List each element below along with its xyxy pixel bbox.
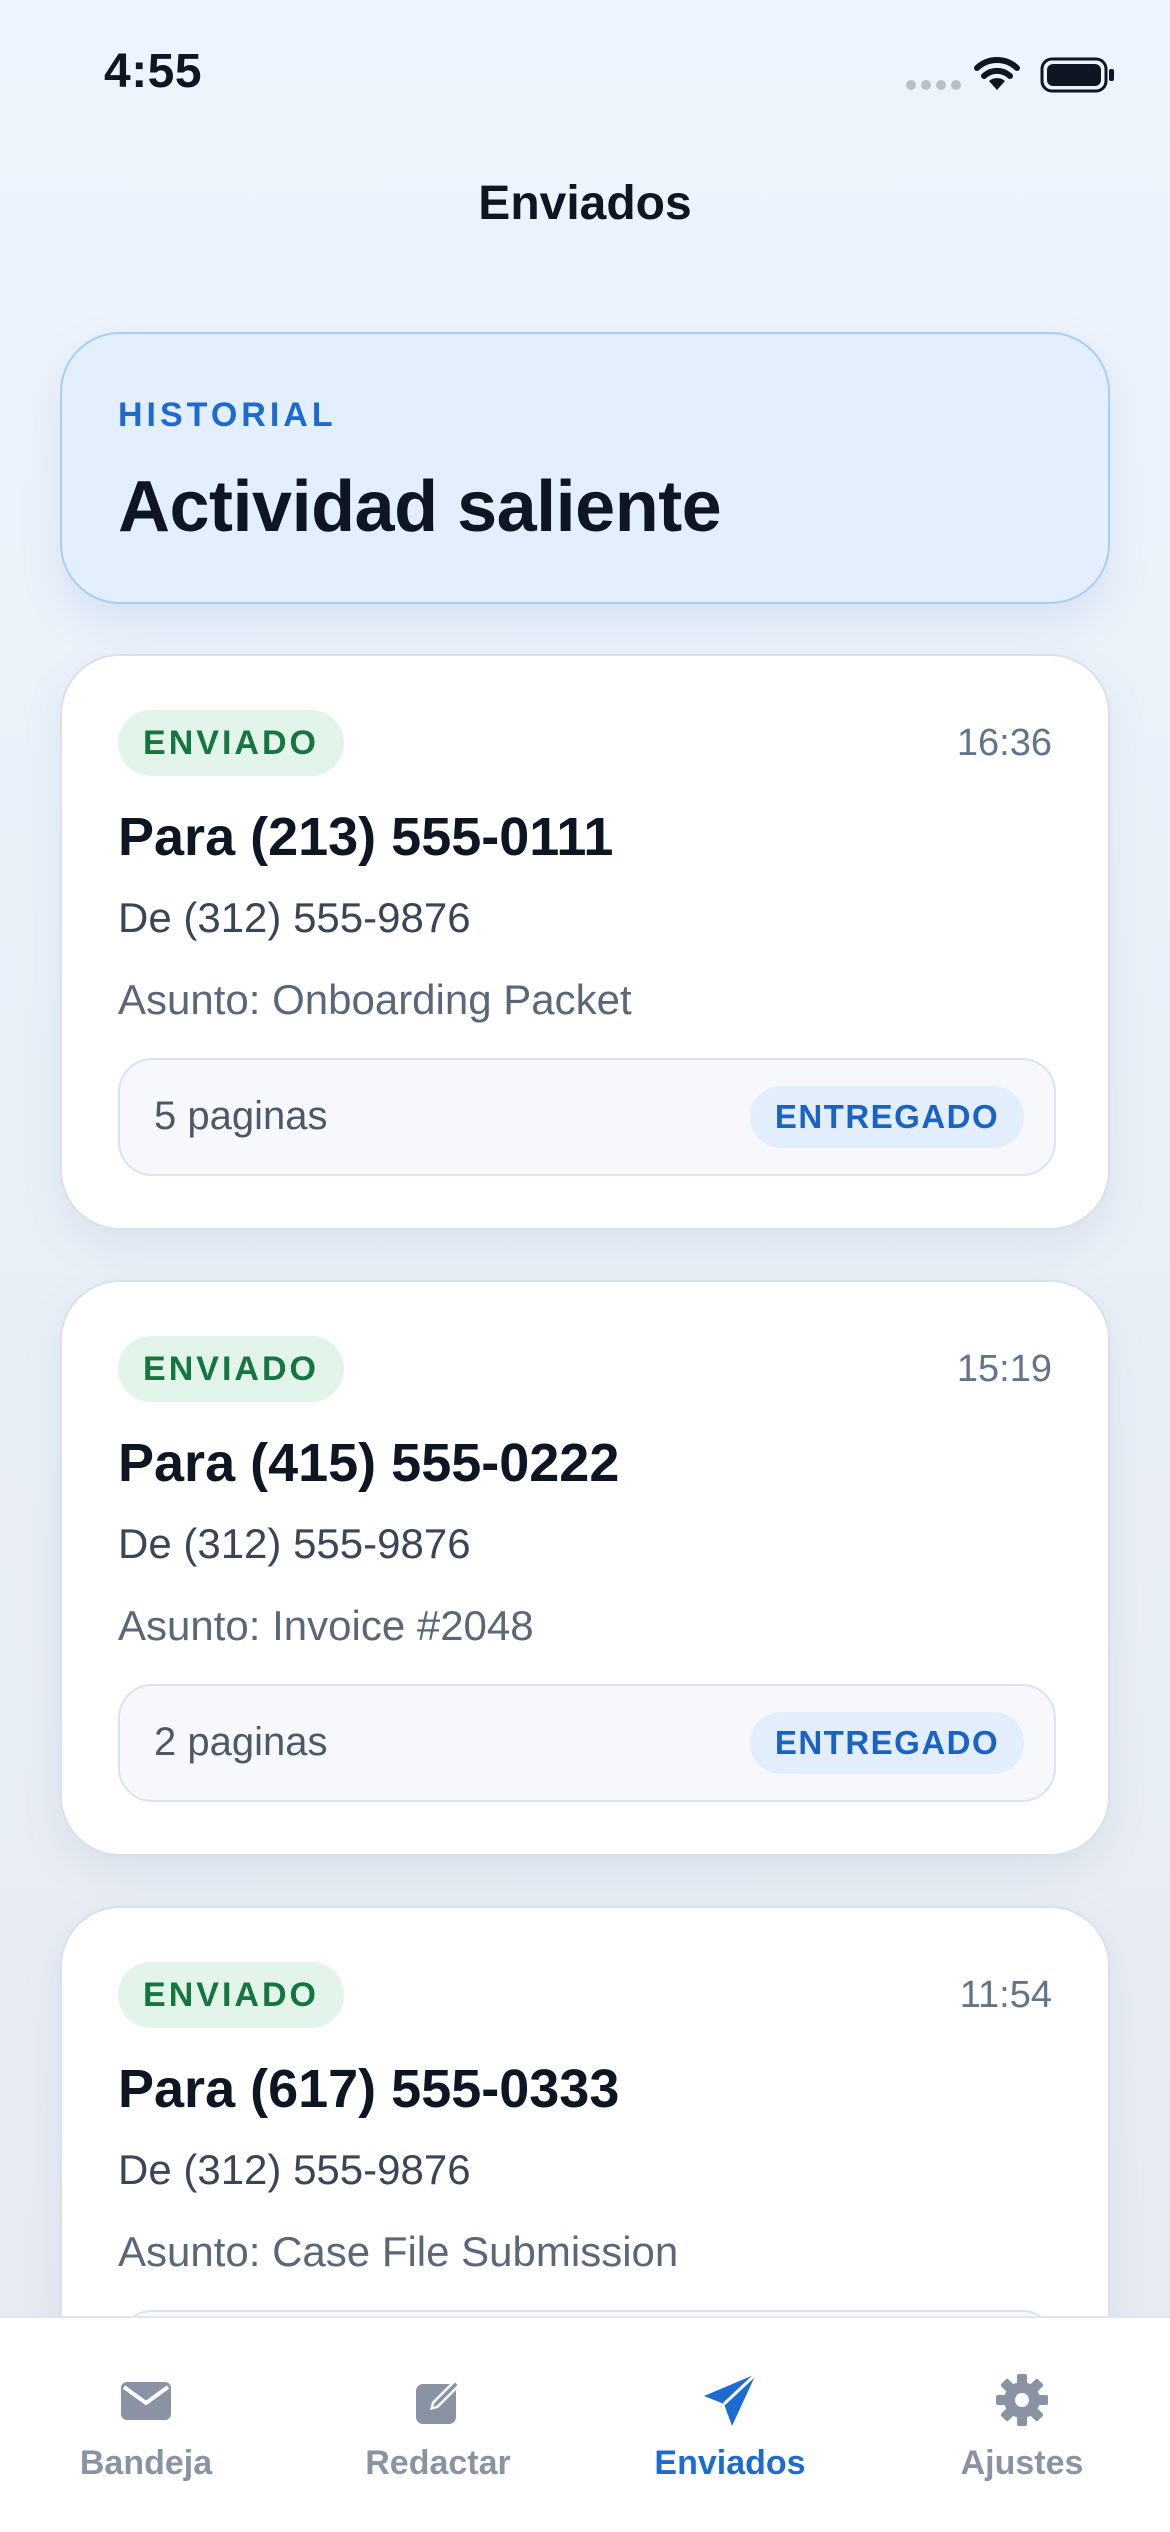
gear-icon xyxy=(996,2374,1048,2426)
tab-redactar[interactable]: Redactar xyxy=(292,2318,584,2518)
fax-details-row: 2 paginas ENTREGADO xyxy=(118,1684,1056,1802)
sent-time: 11:54 xyxy=(959,1974,1052,2016)
status-badge: ENVIADO xyxy=(118,710,344,776)
page-title: Enviados xyxy=(478,177,692,230)
tab-label: Redactar xyxy=(365,2444,511,2482)
sent-time: 15:19 xyxy=(956,1348,1052,1390)
fax-details-row: 5 paginas ENTREGADO xyxy=(118,1058,1056,1176)
sender-number: De (312) 555-9876 xyxy=(118,1520,471,1567)
page-count: 2 paginas xyxy=(154,1720,328,1764)
status-time: 4:55 xyxy=(104,45,203,98)
tab-bandeja[interactable]: Bandeja xyxy=(0,2318,292,2518)
sender-number: De (312) 555-9876 xyxy=(118,2146,471,2193)
wifi-icon xyxy=(974,57,1020,90)
fax-subject: Asunto: Case File Submission xyxy=(118,2228,679,2275)
paper-plane-icon xyxy=(704,2372,758,2426)
delivery-badge: ENTREGADO xyxy=(750,1712,1024,1774)
page-count: 5 paginas xyxy=(154,1094,328,1138)
sent-time: 16:36 xyxy=(956,722,1052,764)
tab-label: Enviados xyxy=(654,2444,806,2482)
compose-icon xyxy=(416,2380,460,2424)
sent-fax-card[interactable]: ENVIADO 16:36 Para (213) 555-0111 De (31… xyxy=(60,654,1110,1230)
recipient-number: Para (415) 555-0222 xyxy=(118,1433,620,1493)
tab-label: Ajustes xyxy=(960,2444,1084,2482)
tab-label: Bandeja xyxy=(79,2444,213,2482)
recipient-number: Para (617) 555-0333 xyxy=(118,2059,620,2119)
cellular-signal-icon xyxy=(906,80,962,92)
sent-fax-card[interactable]: ENVIADO 15:19 Para (415) 555-0222 De (31… xyxy=(60,1280,1110,1856)
history-overline: HISTORIAL xyxy=(118,396,337,434)
history-title: Actividad saliente xyxy=(118,467,722,547)
recipient-number: Para (213) 555-0111 xyxy=(118,807,614,867)
history-header-card: HISTORIAL Actividad saliente xyxy=(60,332,1110,604)
fax-subject: Asunto: Onboarding Packet xyxy=(118,976,632,1023)
delivery-badge: ENTREGADO xyxy=(750,1086,1024,1148)
sender-number: De (312) 555-9876 xyxy=(118,894,471,941)
status-badge: ENVIADO xyxy=(118,1962,344,2028)
envelope-icon xyxy=(121,2382,171,2420)
status-badge: ENVIADO xyxy=(118,1336,344,1402)
status-bar: 4:55 xyxy=(0,0,1170,150)
fax-subject: Asunto: Invoice #2048 xyxy=(118,1602,534,1649)
tab-ajustes[interactable]: Ajustes xyxy=(876,2318,1168,2518)
tab-bar: Bandeja Redactar Enviados Ajustes xyxy=(0,2316,1170,2532)
battery-icon xyxy=(1040,57,1114,93)
tab-enviados[interactable]: Enviados xyxy=(584,2318,876,2518)
